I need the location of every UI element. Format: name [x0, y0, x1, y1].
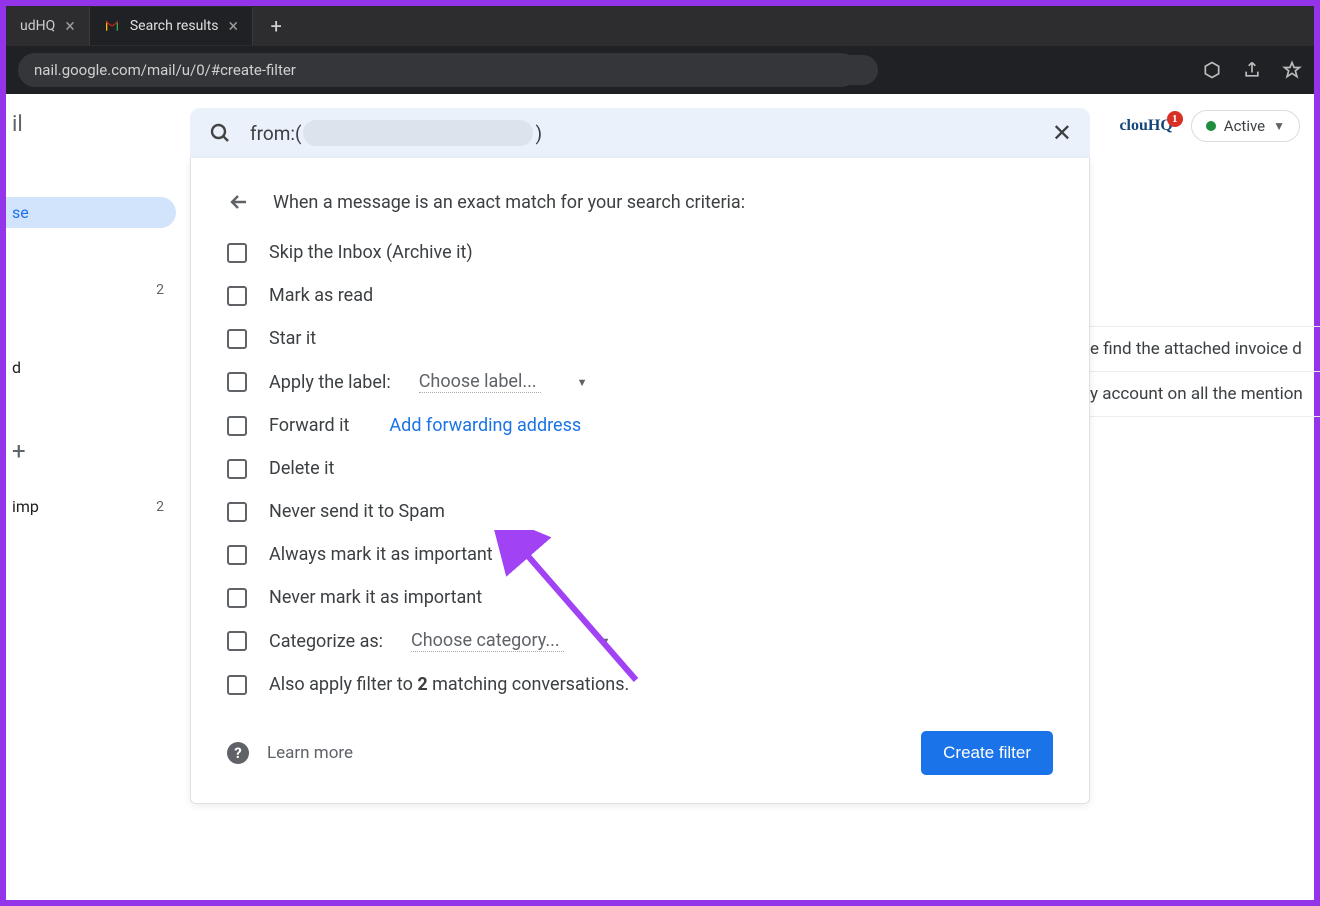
gmail-favicon-icon [104, 18, 120, 34]
tab-title: Search results [130, 18, 219, 34]
checkbox[interactable] [227, 286, 247, 306]
clear-search-icon[interactable]: ✕ [1052, 119, 1072, 147]
sidebar-item-compose[interactable]: se [6, 197, 176, 228]
browser-address-bar: nail.google.com/mail/u/0/#create-filter [6, 46, 1314, 94]
header-right-tools: clouHQ 1 Active ▼ [1119, 110, 1300, 142]
option-never-spam[interactable]: Never send it to Spam [227, 501, 1053, 522]
status-indicator-icon [1206, 121, 1216, 131]
checkbox[interactable] [227, 329, 247, 349]
url-input[interactable]: nail.google.com/mail/u/0/#create-filter [18, 53, 858, 87]
help-icon: ? [227, 742, 249, 764]
label-dropdown[interactable]: Choose label... [419, 371, 541, 393]
cloudhq-extension-icon[interactable]: clouHQ 1 [1119, 117, 1172, 135]
checkbox[interactable] [227, 675, 247, 695]
chevron-down-icon[interactable]: ▼ [600, 635, 611, 648]
sidebar-item-label: imp [12, 497, 39, 516]
sidebar-badge: 2 [156, 499, 164, 515]
close-icon[interactable]: × [65, 16, 75, 37]
option-label: Never send it to Spam [269, 501, 445, 522]
create-filter-button[interactable]: Create filter [921, 731, 1053, 775]
learn-more-label: Learn more [267, 743, 353, 763]
option-label: Categorize as: [269, 631, 383, 652]
tab-title: udHQ [20, 18, 55, 34]
browser-tab-strip: udHQ × Search results × + [6, 6, 1314, 46]
option-label: Also apply filter to 2 matching conversa… [269, 674, 629, 695]
app-content: il se 2 d + imp 2 clouHQ 1 Active ▼ e fi… [6, 94, 1314, 900]
extension-icon[interactable] [1202, 60, 1222, 80]
checkbox[interactable] [227, 588, 247, 608]
redacted-email-address [303, 120, 533, 146]
option-label: Always mark it as important [269, 544, 493, 565]
learn-more-link[interactable]: ? Learn more [227, 742, 353, 764]
close-icon[interactable]: × [229, 16, 239, 37]
search-query: from:( ) [250, 120, 1034, 146]
panel-heading: When a message is an exact match for you… [273, 192, 745, 213]
option-label: Star it [269, 328, 316, 349]
option-forward[interactable]: Forward it Add forwarding address [227, 415, 1053, 436]
checkbox[interactable] [227, 243, 247, 263]
gmail-sidebar: il se 2 d + imp 2 [6, 94, 176, 570]
checkbox[interactable] [227, 416, 247, 436]
option-skip-inbox[interactable]: Skip the Inbox (Archive it) [227, 242, 1053, 263]
option-label: Never mark it as important [269, 587, 482, 608]
category-dropdown[interactable]: Choose category... [411, 630, 564, 652]
url-redacted-region [318, 55, 878, 85]
option-star[interactable]: Star it [227, 328, 1053, 349]
create-filter-panel: When a message is an exact match for you… [190, 158, 1090, 804]
option-label: Delete it [269, 458, 334, 479]
checkbox[interactable] [227, 502, 247, 522]
sidebar-badge: 2 [156, 282, 164, 298]
message-row[interactable]: y account on all the mention [1090, 372, 1320, 417]
option-delete[interactable]: Delete it [227, 458, 1053, 479]
sidebar-item-label: d [12, 358, 21, 377]
browser-tab-1[interactable]: udHQ × [6, 7, 90, 45]
option-also-apply[interactable]: Also apply filter to 2 matching conversa… [227, 674, 1053, 695]
status-dropdown[interactable]: Active ▼ [1191, 110, 1300, 142]
option-label: Mark as read [269, 285, 373, 306]
option-categorize[interactable]: Categorize as: Choose category... ▼ [227, 630, 1053, 652]
checkbox[interactable] [227, 631, 247, 651]
checkbox[interactable] [227, 372, 247, 392]
option-mark-read[interactable]: Mark as read [227, 285, 1053, 306]
sidebar-add-label-button[interactable]: + [6, 431, 176, 471]
share-icon[interactable] [1242, 60, 1262, 80]
add-forwarding-address-link[interactable]: Add forwarding address [389, 415, 581, 436]
option-always-important[interactable]: Always mark it as important [227, 544, 1053, 565]
gmail-logo-fragment: il [6, 112, 176, 137]
option-label: Forward it [269, 415, 349, 436]
chevron-down-icon: ▼ [1273, 119, 1285, 133]
checkbox[interactable] [227, 459, 247, 479]
back-arrow-icon[interactable] [227, 190, 251, 214]
browser-tab-2[interactable]: Search results × [90, 7, 253, 45]
message-row[interactable]: e find the attached invoice d [1090, 326, 1320, 372]
star-icon[interactable] [1282, 60, 1302, 80]
search-icon[interactable] [208, 121, 232, 145]
option-label: Skip the Inbox (Archive it) [269, 242, 473, 263]
sidebar-item-important[interactable]: imp 2 [6, 491, 176, 522]
chevron-down-icon[interactable]: ▼ [577, 376, 588, 389]
message-list-fragment: e find the attached invoice d y account … [1090, 326, 1320, 417]
search-bar[interactable]: from:( ) ✕ [190, 108, 1090, 158]
option-label: Apply the label: [269, 372, 391, 393]
sidebar-item-label: se [12, 203, 29, 222]
status-label: Active [1224, 117, 1265, 135]
sidebar-item-inbox[interactable]: 2 [6, 276, 176, 304]
checkbox[interactable] [227, 545, 247, 565]
sidebar-item-starred[interactable]: d [6, 352, 176, 383]
option-apply-label[interactable]: Apply the label: Choose label... ▼ [227, 371, 1053, 393]
notification-badge: 1 [1167, 111, 1183, 127]
new-tab-button[interactable]: + [261, 11, 291, 41]
option-never-important[interactable]: Never mark it as important [227, 587, 1053, 608]
url-text: nail.google.com/mail/u/0/#create-filter [34, 61, 296, 79]
